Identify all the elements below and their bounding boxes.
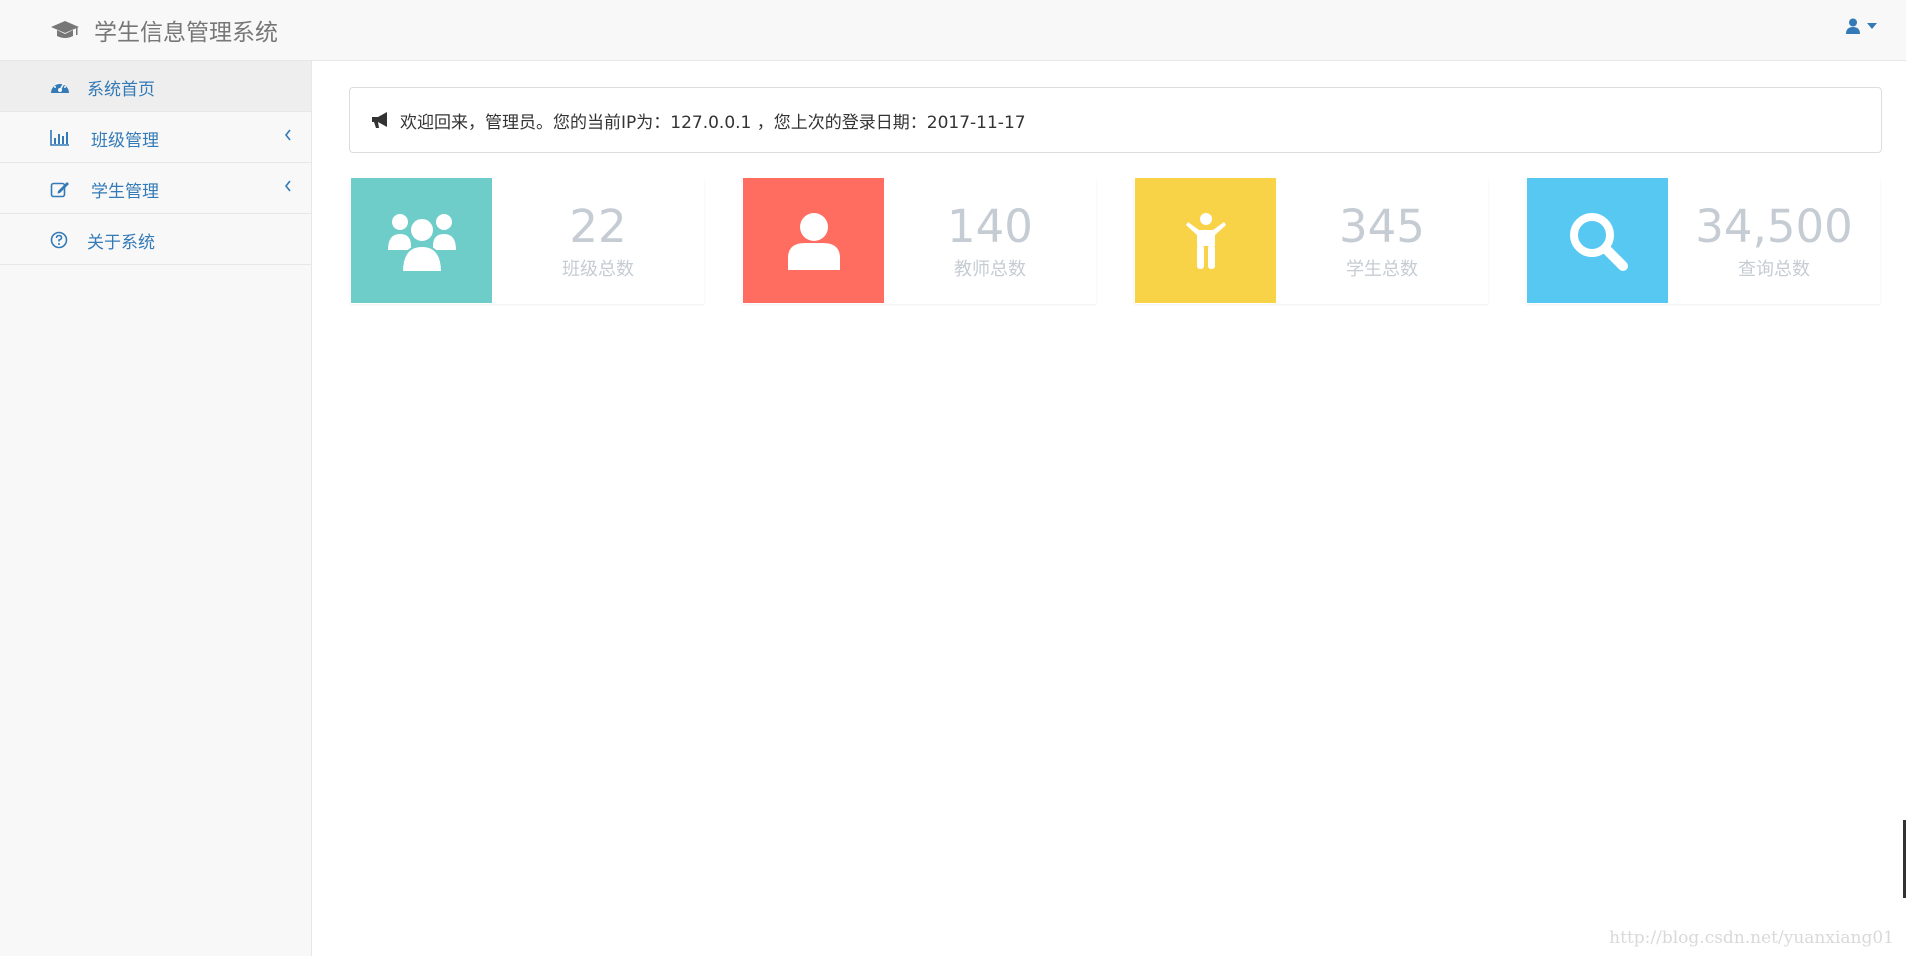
chevron-left-icon (284, 129, 291, 141)
users-icon (387, 213, 456, 273)
stat-value: 345 (1339, 200, 1425, 253)
sidebar-item-label: 学生管理 (91, 182, 159, 202)
caret-down-icon (1867, 23, 1877, 29)
stat-value: 140 (947, 200, 1033, 253)
main-content: 欢迎回来，管理员。您的当前IP为：127.0.0.1 ，您上次的登录日期：201… (312, 61, 1906, 956)
bullhorn-icon (372, 112, 387, 128)
stat-label: 班级总数 (562, 259, 634, 280)
sidebar-item-class-management[interactable]: 班级管理 (0, 112, 311, 163)
sidebar-item-label: 系统首页 (87, 80, 155, 100)
chevron-left-icon (284, 180, 291, 192)
sidebar-item-label: 关于系统 (87, 233, 155, 253)
stat-card-queries: 34,500 查询总数 (1526, 177, 1880, 304)
sidebar-item-student-management[interactable]: 学生管理 (0, 163, 311, 214)
welcome-alert: 欢迎回来，管理员。您的当前IP为：127.0.0.1 ，您上次的登录日期：201… (349, 87, 1882, 153)
welcome-message: 欢迎回来，管理员。您的当前IP为：127.0.0.1 ，您上次的登录日期：201… (400, 112, 1026, 133)
stat-card-classes: 22 班级总数 (350, 177, 704, 304)
graduation-cap-icon (51, 21, 79, 38)
stat-icon-box (1135, 178, 1276, 303)
top-navbar: 学生信息管理系统 (0, 0, 1906, 61)
edit-icon (50, 182, 69, 198)
stat-label: 查询总数 (1738, 259, 1810, 280)
stat-label: 学生总数 (1346, 259, 1418, 280)
user-dropdown-toggle[interactable] (1846, 18, 1878, 34)
stat-card-teachers: 140 教师总数 (742, 177, 1096, 304)
stat-card-students: 345 学生总数 (1134, 177, 1488, 304)
stat-icon-box (351, 178, 492, 303)
question-circle-icon (50, 231, 68, 249)
sidebar-item-home[interactable]: 系统首页 (0, 61, 311, 112)
watermark: http://blog.csdn.net/yuanxiang01 (1609, 928, 1894, 948)
app-title: 学生信息管理系统 (94, 20, 278, 46)
brand-link[interactable]: 学生信息管理系统 (50, 0, 278, 60)
stat-icon-box (743, 178, 884, 303)
sidebar-item-about[interactable]: 关于系统 (0, 214, 311, 265)
search-icon (1569, 212, 1628, 271)
stat-label: 教师总数 (954, 259, 1026, 280)
child-icon (1185, 212, 1226, 269)
stat-icon-box (1527, 178, 1668, 303)
stat-value: 34,500 (1695, 200, 1853, 253)
sidebar: 系统首页 班级管理 学生管理 关于系统 (0, 61, 312, 956)
user-icon (787, 212, 840, 270)
dashboard-icon (51, 82, 69, 93)
user-icon (1846, 18, 1860, 34)
stat-value: 22 (569, 200, 627, 253)
sidebar-item-label: 班级管理 (91, 131, 159, 151)
bar-chart-icon (50, 130, 69, 146)
